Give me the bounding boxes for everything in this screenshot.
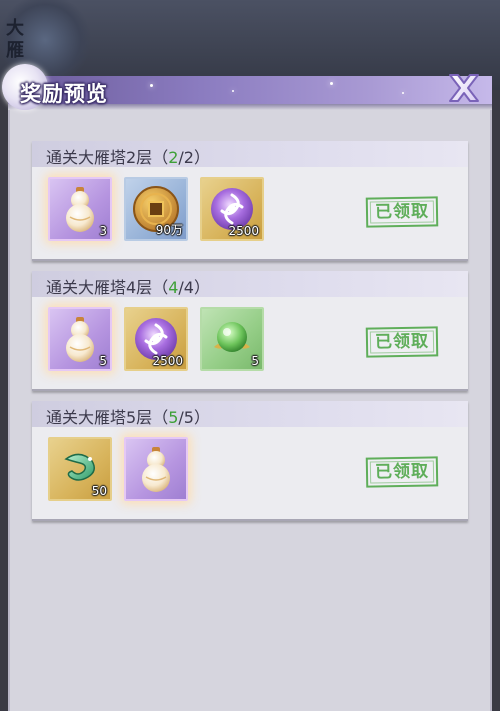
progress-close-paren: ） bbox=[193, 148, 210, 167]
progress-open-paren: （ bbox=[152, 408, 169, 427]
claimed-stamp: 已领取 bbox=[365, 196, 439, 228]
reward-tier-title: 通关大雁塔2层（2/2） bbox=[46, 144, 210, 168]
sparkle-decoration bbox=[402, 92, 404, 94]
item-count: 90万 bbox=[155, 223, 183, 237]
progress-close-paren: ） bbox=[193, 408, 210, 427]
sparkle-decoration bbox=[330, 82, 333, 85]
progress-close-paren: ） bbox=[193, 278, 210, 297]
background-vertical-text: 大雁 bbox=[6, 18, 24, 61]
reward-tier-label: 通关大雁塔2层 bbox=[46, 148, 153, 167]
reward-tier-card: 通关大雁塔4层（4/4） 5 2500 5 已领取 bbox=[32, 271, 468, 391]
item-count: 50 bbox=[91, 484, 107, 498]
progress-total: /5 bbox=[178, 408, 194, 427]
progress-total: /2 bbox=[178, 148, 194, 167]
reward-item-slot[interactable]: 90万 bbox=[124, 177, 188, 241]
claimed-stamp: 已领取 bbox=[365, 326, 439, 358]
reward-item-slot[interactable]: 2500 bbox=[200, 177, 264, 241]
progress-current: 4 bbox=[168, 278, 179, 297]
progress-current: 2 bbox=[168, 148, 179, 167]
close-button[interactable] bbox=[444, 70, 484, 106]
reward-item-slot[interactable]: 2500 bbox=[124, 307, 188, 371]
progress-total: /4 bbox=[178, 278, 194, 297]
reward-item-slot[interactable] bbox=[124, 437, 188, 501]
reward-progress: （5/5） bbox=[152, 408, 210, 427]
item-count: 5 bbox=[251, 354, 259, 368]
reward-tier-label: 通关大雁塔5层 bbox=[46, 408, 153, 427]
sparkle-decoration bbox=[232, 90, 234, 92]
dialog-title: 奖励预览 bbox=[20, 82, 108, 106]
reward-tier-title: 通关大雁塔4层（4/4） bbox=[46, 274, 210, 298]
gourd-icon bbox=[130, 443, 182, 495]
reward-tier-card: 通关大雁塔2层（2/2） 3 90万 2500 已领取 bbox=[32, 141, 468, 261]
item-count: 2500 bbox=[152, 354, 183, 368]
progress-open-paren: （ bbox=[152, 278, 169, 297]
item-count: 2500 bbox=[228, 224, 259, 238]
item-count: 3 bbox=[99, 224, 107, 238]
claimed-stamp: 已领取 bbox=[365, 456, 439, 488]
reward-tier-header: 通关大雁塔5层（5/5） bbox=[32, 401, 468, 427]
sparkle-decoration bbox=[150, 84, 153, 87]
reward-tier-card: 通关大雁塔5层（5/5） 50 已领取 bbox=[32, 401, 468, 521]
reward-item-slot[interactable]: 3 bbox=[48, 177, 112, 241]
reward-tier-header: 通关大雁塔4层（4/4） bbox=[32, 271, 468, 297]
reward-tier-label: 通关大雁塔4层 bbox=[46, 278, 153, 297]
reward-item-slot[interactable]: 50 bbox=[48, 437, 112, 501]
progress-current: 5 bbox=[168, 408, 179, 427]
reward-item-slot[interactable]: 5 bbox=[48, 307, 112, 371]
reward-item-slot[interactable]: 5 bbox=[200, 307, 264, 371]
item-count: 5 bbox=[99, 354, 107, 368]
close-x-icon bbox=[449, 74, 479, 102]
reward-progress: （2/2） bbox=[152, 148, 210, 167]
reward-tier-header: 通关大雁塔2层（2/2） bbox=[32, 141, 468, 167]
progress-open-paren: （ bbox=[152, 148, 169, 167]
reward-tier-title: 通关大雁塔5层（5/5） bbox=[46, 404, 210, 428]
reward-progress: （4/4） bbox=[152, 278, 210, 297]
